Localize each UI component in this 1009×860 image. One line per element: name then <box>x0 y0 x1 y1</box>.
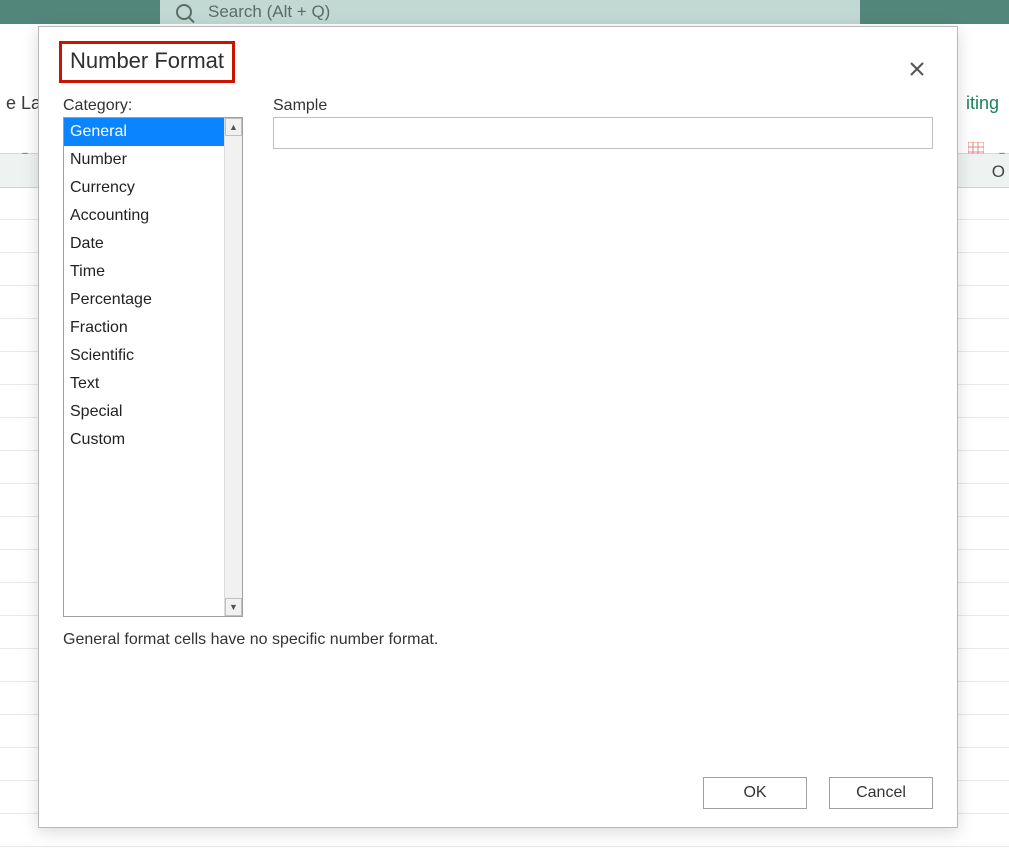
category-item-custom[interactable]: Custom <box>64 426 224 454</box>
scroll-down-button[interactable]: ▼ <box>225 598 242 616</box>
search-icon <box>176 4 192 20</box>
sample-label: Sample <box>273 97 933 115</box>
dialog-footer: OK Cancel <box>63 765 933 809</box>
category-item-number[interactable]: Number <box>64 146 224 174</box>
cancel-button[interactable]: Cancel <box>829 777 933 809</box>
category-item-fraction[interactable]: Fraction <box>64 314 224 342</box>
category-item-currency[interactable]: Currency <box>64 174 224 202</box>
close-button[interactable] <box>903 55 931 83</box>
column-header-o: O <box>992 162 1005 182</box>
category-item-scientific[interactable]: Scientific <box>64 342 224 370</box>
dialog-title: Number Format <box>59 41 235 83</box>
number-format-dialog: Number Format Category: GeneralNumberCur… <box>38 26 958 828</box>
search-placeholder: Search (Alt + Q) <box>208 2 330 22</box>
scroll-up-button[interactable]: ▲ <box>225 118 242 136</box>
category-listbox[interactable]: GeneralNumberCurrencyAccountingDateTimeP… <box>63 117 243 617</box>
category-item-time[interactable]: Time <box>64 258 224 286</box>
category-item-general[interactable]: General <box>64 118 224 146</box>
format-description: General format cells have no specific nu… <box>63 631 933 649</box>
category-item-special[interactable]: Special <box>64 398 224 426</box>
ok-button[interactable]: OK <box>703 777 807 809</box>
sample-preview <box>273 117 933 149</box>
scrollbar[interactable]: ▲ ▼ <box>224 118 242 616</box>
category-label: Category: <box>63 97 243 115</box>
ribbon-tab-right-fragment: iting <box>960 89 1005 118</box>
category-item-percentage[interactable]: Percentage <box>64 286 224 314</box>
category-item-date[interactable]: Date <box>64 230 224 258</box>
search-box[interactable]: Search (Alt + Q) <box>160 0 860 24</box>
category-item-accounting[interactable]: Accounting <box>64 202 224 230</box>
close-icon <box>910 62 924 76</box>
category-item-text[interactable]: Text <box>64 370 224 398</box>
